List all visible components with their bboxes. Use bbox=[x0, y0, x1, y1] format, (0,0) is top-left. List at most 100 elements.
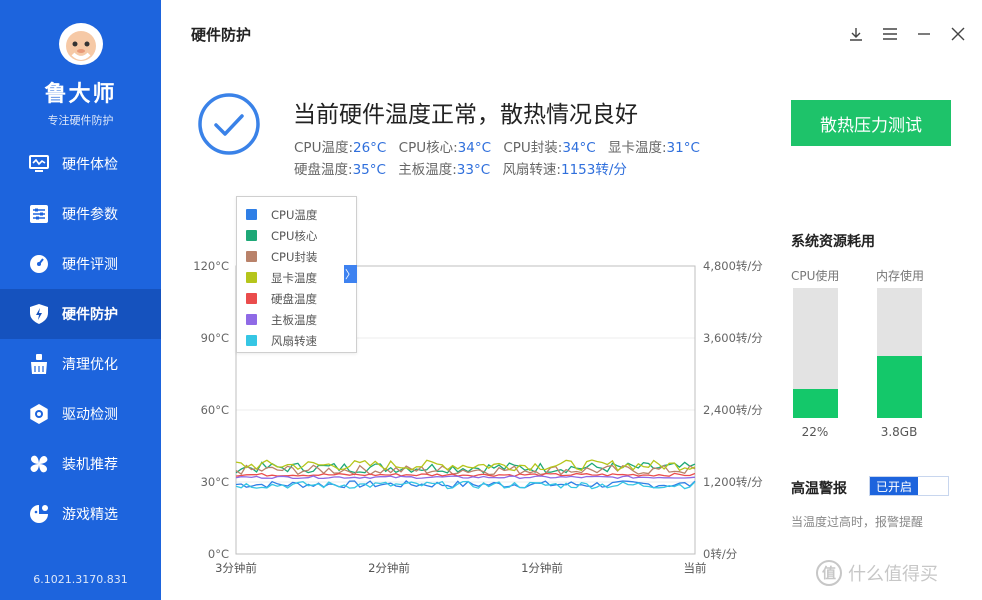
y-right-tick-label: 2,400转/分 bbox=[703, 403, 763, 417]
legend-item-disk-temp[interactable]: 硬盘温度 bbox=[246, 288, 356, 309]
sidebar-item-label: 硬件防护 bbox=[62, 307, 118, 323]
brand-name: 鲁大师 bbox=[44, 82, 117, 107]
chart-series-line bbox=[235, 475, 696, 480]
watermark-text: 什么值得买 bbox=[848, 564, 938, 585]
brand-tagline: 专注硬件防护 bbox=[47, 114, 114, 127]
stat-label: 硬盘温度: bbox=[294, 162, 353, 178]
y-left-tick-label: 0°C bbox=[208, 547, 229, 561]
x-tick-label: 1分钟前 bbox=[521, 561, 563, 575]
stats-row-1: CPU温度:26°C CPU核心:34°C CPU封装:34°C 显卡温度:31… bbox=[294, 137, 708, 159]
temperature-stats: CPU温度:26°C CPU核心:34°C CPU封装:34°C 显卡温度:31… bbox=[294, 137, 708, 181]
stat-value: 34°C bbox=[562, 140, 596, 156]
window-controls bbox=[846, 24, 968, 44]
sidebar-item-label: 游戏精选 bbox=[62, 507, 118, 523]
legend-item-cpu-package[interactable]: CPU封装 bbox=[246, 246, 356, 267]
legend-swatch bbox=[246, 272, 257, 283]
menu-icon[interactable] bbox=[880, 24, 900, 44]
chart-series-line bbox=[235, 480, 696, 490]
watermark: 值 什么值得买 bbox=[816, 560, 938, 586]
y-left-tick-label: 30°C bbox=[201, 475, 229, 489]
legend-swatch bbox=[246, 251, 257, 262]
minimize-icon[interactable] bbox=[914, 24, 934, 44]
legend-label: 硬盘温度 bbox=[271, 291, 317, 306]
cpu-usage-value: 22% bbox=[801, 425, 829, 439]
legend-swatch bbox=[246, 335, 257, 346]
sidebar-item-label: 驱动检测 bbox=[62, 407, 118, 423]
sidebar-item-cleanup[interactable]: 清理优化 bbox=[0, 339, 161, 389]
x-tick-label: 当前 bbox=[684, 561, 707, 575]
y-right-tick-label: 3,600转/分 bbox=[703, 331, 763, 345]
y-right-tick-label: 0转/分 bbox=[703, 547, 738, 561]
sidebar-item-label: 硬件体检 bbox=[62, 157, 118, 173]
gear-icon bbox=[28, 403, 50, 425]
sidebar-item-hardware-check[interactable]: 硬件体检 bbox=[0, 139, 161, 189]
legend-item-cpu-temp[interactable]: CPU温度 bbox=[246, 204, 356, 225]
legend-swatch bbox=[246, 209, 257, 220]
memory-usage-gauge bbox=[877, 288, 922, 418]
memory-usage-fill bbox=[877, 355, 922, 418]
y-left-tick-label: 120°C bbox=[193, 259, 229, 273]
sidebar-item-label: 硬件评测 bbox=[62, 257, 118, 273]
version-label: 6.1021.3170.831 bbox=[33, 573, 128, 586]
sidebar-nav: 硬件体检 硬件参数 硬件评测 硬件防护 清理优化 驱动检测 装机推荐 游戏精选 bbox=[0, 139, 161, 539]
stats-row-2: 硬盘温度:35°C 主板温度:33°C 风扇转速:1153转/分 bbox=[294, 159, 708, 181]
legend-item-fan-speed[interactable]: 风扇转速 bbox=[246, 330, 356, 351]
legend-label: 主板温度 bbox=[271, 312, 317, 327]
close-icon[interactable] bbox=[948, 24, 968, 44]
broom-icon bbox=[28, 353, 50, 375]
memory-usage-value: 3.8GB bbox=[880, 425, 918, 439]
shield-bolt-icon bbox=[28, 303, 50, 325]
game-icon bbox=[28, 503, 50, 525]
y-right-tick-label: 4,800转/分 bbox=[703, 259, 763, 273]
legend-item-gpu-temp[interactable]: 显卡温度 bbox=[246, 267, 356, 288]
legend-label: CPU核心 bbox=[271, 228, 318, 243]
legend-collapse-button[interactable]: 〉 bbox=[344, 265, 357, 283]
memory-usage-label: 内存使用 bbox=[876, 269, 925, 283]
mascot-logo-icon bbox=[58, 23, 103, 65]
sidebar-item-hardware-protection[interactable]: 硬件防护 bbox=[0, 289, 161, 339]
sidebar-item-label: 清理优化 bbox=[62, 357, 118, 373]
status-ok-check-icon bbox=[198, 93, 260, 155]
stat-label: 风扇转速: bbox=[502, 162, 561, 178]
stress-test-button[interactable]: 散热压力测试 bbox=[791, 100, 951, 146]
speedometer-icon bbox=[28, 253, 50, 275]
high-temp-alarm-description: 当温度过高时，报警提醒 bbox=[791, 515, 924, 529]
legend-swatch bbox=[246, 314, 257, 325]
high-temp-alarm-title: 高温警报 bbox=[791, 481, 847, 497]
sidebar-item-hardware-benchmark[interactable]: 硬件评测 bbox=[0, 239, 161, 289]
download-icon[interactable] bbox=[846, 24, 866, 44]
y-left-tick-label: 60°C bbox=[201, 403, 229, 417]
legend-swatch bbox=[246, 293, 257, 304]
cpu-usage-gauge bbox=[793, 288, 838, 418]
sidebar-item-driver-check[interactable]: 驱动检测 bbox=[0, 389, 161, 439]
watermark-logo-icon: 值 bbox=[816, 560, 842, 586]
legend-label: 显卡温度 bbox=[271, 270, 317, 285]
high-temp-alarm-toggle[interactable]: 已开启 bbox=[869, 476, 949, 496]
sidebar-item-build-recommend[interactable]: 装机推荐 bbox=[0, 439, 161, 489]
stat-value: 34°C bbox=[457, 140, 492, 156]
legend-label: 风扇转速 bbox=[271, 333, 317, 348]
sliders-icon bbox=[28, 203, 50, 225]
stat-label: CPU核心: bbox=[398, 140, 458, 156]
x-tick-label: 2分钟前 bbox=[368, 561, 410, 575]
legend-item-cpu-core[interactable]: CPU核心 bbox=[246, 225, 356, 246]
sidebar-item-hardware-params[interactable]: 硬件参数 bbox=[0, 189, 161, 239]
legend-label: CPU封装 bbox=[271, 249, 318, 264]
stat-value: 33°C bbox=[456, 162, 491, 178]
sidebar-item-game-selection[interactable]: 游戏精选 bbox=[0, 489, 161, 539]
legend-swatch bbox=[246, 230, 257, 241]
resource-usage-title: 系统资源耗用 bbox=[791, 234, 875, 250]
logo: 鲁大师 专注硬件防护 bbox=[0, 14, 161, 128]
stat-label: 主板温度: bbox=[398, 162, 457, 178]
chart-legend: CPU温度 CPU核心 CPU封装 显卡温度 硬盘温度 主板温度 风扇转速 bbox=[236, 196, 357, 353]
stat-value: 35°C bbox=[352, 162, 386, 178]
cpu-usage-label: CPU使用 bbox=[791, 269, 840, 283]
fan-icon bbox=[28, 453, 50, 475]
cpu-usage-fill bbox=[793, 389, 838, 418]
legend-item-board-temp[interactable]: 主板温度 bbox=[246, 309, 356, 330]
y-right-tick-label: 1,200转/分 bbox=[703, 475, 763, 489]
chart-series-line bbox=[235, 459, 696, 472]
sidebar: 鲁大师 专注硬件防护 硬件体检 硬件参数 硬件评测 硬件防护 清理优化 驱动检测… bbox=[0, 0, 161, 600]
stat-value: 31°C bbox=[666, 140, 700, 156]
legend-label: CPU温度 bbox=[271, 207, 318, 222]
